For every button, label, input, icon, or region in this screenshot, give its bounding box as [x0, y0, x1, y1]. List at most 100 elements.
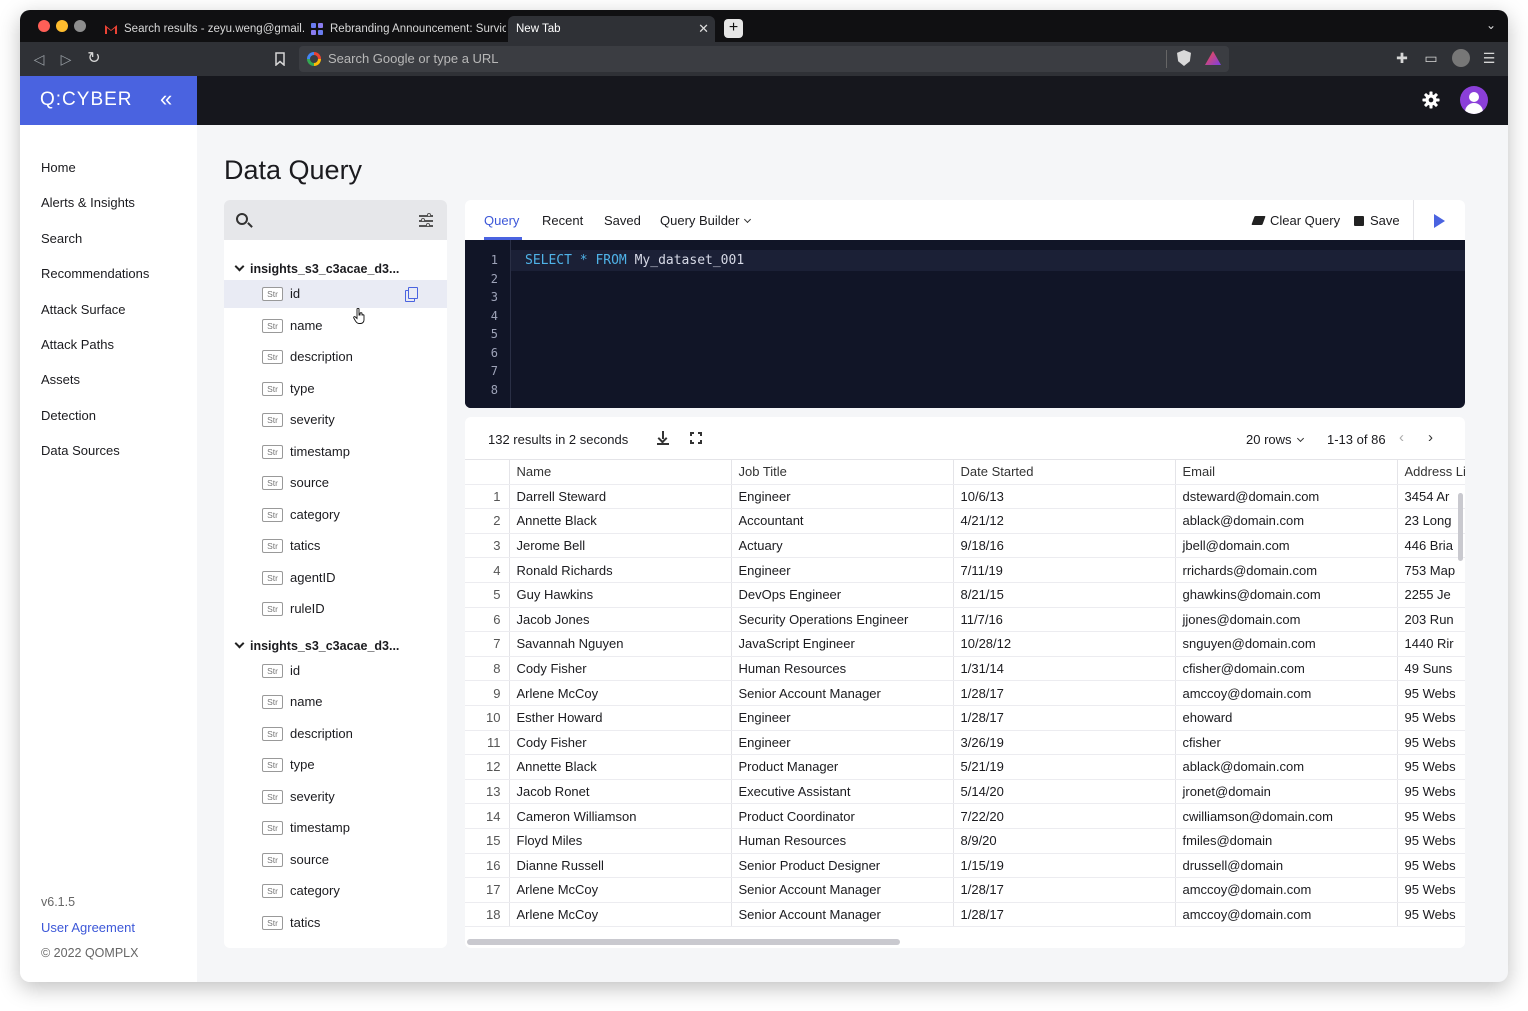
schema-group-header[interactable]: insights_s3_c3acae_d3...: [234, 261, 399, 276]
table-row[interactable]: 3 Jerome Bell Actuary 9/18/16 jbell@domain.c…: [465, 533, 1465, 559]
sidebar-item-alerts-insights[interactable]: Alerts & Insights: [41, 195, 135, 210]
rows-per-page-select[interactable]: 20 rows: [1246, 432, 1304, 447]
column-header[interactable]: Address Line: [1397, 459, 1465, 485]
schema-group-header[interactable]: insights_s3_c3acae_d3...: [234, 638, 399, 653]
tab-recent[interactable]: Recent: [542, 213, 583, 228]
table-row[interactable]: 11 Cody Fisher Engineer 3/26/19 cfisher 95 We…: [465, 730, 1465, 756]
table-row[interactable]: 16 Dianne Russell Senior Product Designer 1…: [465, 853, 1465, 879]
horizontal-scrollbar[interactable]: [467, 939, 900, 945]
column-header[interactable]: Date Started: [953, 459, 1176, 485]
table-row[interactable]: 13 Jacob Ronet Executive Assistant 5/14/20 j…: [465, 779, 1465, 805]
bookmark-icon[interactable]: [274, 52, 286, 66]
collapse-sidebar-icon[interactable]: «: [160, 87, 172, 111]
user-avatar[interactable]: [1460, 86, 1488, 114]
menu-icon[interactable]: ☰: [1480, 49, 1498, 67]
browser-tab-survicate[interactable]: Rebranding Announcement: Survicate: [304, 16, 506, 42]
clear-query-button[interactable]: Clear Query: [1251, 213, 1340, 228]
copy-icon[interactable]: [405, 287, 418, 302]
sidebar-item-home[interactable]: Home: [41, 160, 76, 175]
table-row[interactable]: 15 Floyd Miles Human Resources 8/9/20 fmiles…: [465, 828, 1465, 854]
sidebar-item-detection[interactable]: Detection: [41, 408, 96, 423]
sidebar-item-attack-surface[interactable]: Attack Surface: [41, 302, 126, 317]
browser-tab-gmail[interactable]: Search results - zeyu.weng@gmail.com: [98, 16, 304, 42]
column-header[interactable]: Job Title: [731, 459, 954, 485]
table-row[interactable]: 6 Jacob Jones Security Operations Engineer…: [465, 607, 1465, 633]
prev-page-chevron-icon[interactable]: ‹: [1399, 429, 1404, 446]
download-icon[interactable]: [657, 431, 669, 445]
run-query-play-icon[interactable]: [1434, 214, 1445, 228]
schema-field-timestamp[interactable]: Str timestamp: [224, 438, 447, 466]
reload-icon[interactable]: ↻: [84, 49, 104, 69]
sidebar-item-recommendations[interactable]: Recommendations: [41, 266, 149, 281]
forward-icon[interactable]: ▷: [56, 49, 76, 69]
sidebar-item-assets[interactable]: Assets: [41, 372, 80, 387]
column-header[interactable]: Email: [1175, 459, 1398, 485]
schema-field-type[interactable]: Str type: [224, 375, 447, 403]
next-page-chevron-icon[interactable]: ›: [1428, 429, 1433, 446]
schema-field-id[interactable]: Str id: [224, 280, 447, 308]
tab-query-builder[interactable]: Query Builder: [660, 213, 752, 228]
table-row[interactable]: 5 Guy Hawkins DevOps Engineer 8/21/15 ghawki…: [465, 582, 1465, 608]
table-cell: 8/9/20: [953, 828, 1176, 854]
wallet-icon[interactable]: ▭: [1422, 49, 1440, 67]
sql-editor[interactable]: 1 2 3 4 5 6 7 8 SELECT * FROM My_dataset…: [465, 240, 1465, 408]
filter-sliders-icon[interactable]: [419, 213, 433, 227]
sidebar-item-attack-paths[interactable]: Attack Paths: [41, 337, 114, 352]
column-header[interactable]: [465, 459, 510, 485]
back-icon[interactable]: ◁: [29, 49, 49, 69]
table-row[interactable]: 17 Arlene McCoy Senior Account Manager 1/28…: [465, 877, 1465, 903]
maximize-window-button[interactable]: [74, 20, 86, 32]
extensions-puzzle-icon[interactable]: ✚: [1393, 49, 1411, 67]
schema-field-name[interactable]: Str name: [224, 688, 447, 716]
browser-tab-new-tab[interactable]: New Tab ✕: [508, 16, 715, 42]
table-row[interactable]: 14 Cameron Williamson Product Coordinator 7…: [465, 803, 1465, 829]
table-row[interactable]: 9 Arlene McCoy Senior Account Manager 1/28/…: [465, 680, 1465, 706]
new-tab-button[interactable]: +: [724, 19, 743, 38]
tab-saved[interactable]: Saved: [604, 213, 641, 228]
schema-field-tatics[interactable]: Str tatics: [224, 532, 447, 560]
schema-field-description[interactable]: Str description: [224, 720, 447, 748]
table-row[interactable]: 10 Esther Howard Engineer 1/28/17 ehoward 95 …: [465, 705, 1465, 731]
table-row[interactable]: 1 Darrell Steward Engineer 10/6/13 dsteward@…: [465, 484, 1465, 510]
app-logo[interactable]: Q:CYBER: [40, 89, 133, 111]
schema-field-source[interactable]: Str source: [224, 469, 447, 497]
tab-search-chevron-icon[interactable]: ⌄: [1486, 18, 1496, 32]
tab-query[interactable]: Query: [484, 213, 519, 228]
schema-field-severity[interactable]: Str severity: [224, 406, 447, 434]
table-row[interactable]: 7 Savannah Nguyen JavaScript Engineer 10/28…: [465, 631, 1465, 657]
schema-field-agentid[interactable]: Str agentID: [224, 564, 447, 592]
sidebar-item-data-sources[interactable]: Data Sources: [41, 443, 120, 458]
table-row[interactable]: 2 Annette Black Accountant 4/21/12 ablack@do…: [465, 508, 1465, 534]
schema-field-category[interactable]: Str category: [224, 501, 447, 529]
profile-icon[interactable]: [1452, 49, 1470, 67]
schema-field-severity[interactable]: Str severity: [224, 783, 447, 811]
table-row[interactable]: 4 Ronald Richards Engineer 7/11/19 rrichards…: [465, 557, 1465, 583]
sql-code-line[interactable]: SELECT * FROM My_dataset_001: [525, 253, 744, 268]
schema-field-source[interactable]: Str source: [224, 846, 447, 874]
schema-field-timestamp[interactable]: Str timestamp: [224, 814, 447, 842]
save-button[interactable]: Save: [1354, 213, 1400, 228]
schema-field-type[interactable]: Str type: [224, 751, 447, 779]
browser-toolbar: ◁ ▷ ↻ Search Google or type a URL: [20, 42, 1508, 76]
table-row[interactable]: 8 Cody Fisher Human Resources 1/31/14 cfishe…: [465, 656, 1465, 682]
schema-field-category[interactable]: Str category: [224, 877, 447, 905]
sidebar-item-search[interactable]: Search: [41, 231, 82, 246]
user-agreement-link[interactable]: User Agreement: [41, 920, 135, 935]
schema-field-ruleid[interactable]: Str ruleID: [224, 595, 447, 623]
schema-field-id[interactable]: Str id: [224, 657, 447, 685]
table-row[interactable]: 18 Arlene McCoy Senior Account Manager 1/28…: [465, 902, 1465, 928]
schema-field-name[interactable]: Str name: [224, 312, 447, 340]
vertical-scrollbar[interactable]: [1458, 493, 1463, 561]
column-header[interactable]: Name: [509, 459, 732, 485]
minimize-window-button[interactable]: [56, 20, 68, 32]
address-bar[interactable]: Search Google or type a URL: [299, 46, 1229, 72]
close-tab-icon[interactable]: ✕: [698, 16, 709, 42]
schema-field-description[interactable]: Str description: [224, 343, 447, 371]
close-window-button[interactable]: [38, 20, 50, 32]
gear-icon[interactable]: [1422, 91, 1440, 109]
table-row[interactable]: 12 Annette Black Product Manager 5/21/19 abl…: [465, 754, 1465, 780]
user-icon-head: [1469, 92, 1479, 102]
schema-field-tatics[interactable]: Str tatics: [224, 909, 447, 937]
fullscreen-icon[interactable]: [690, 432, 702, 444]
schema-search-bar[interactable]: [224, 200, 447, 240]
